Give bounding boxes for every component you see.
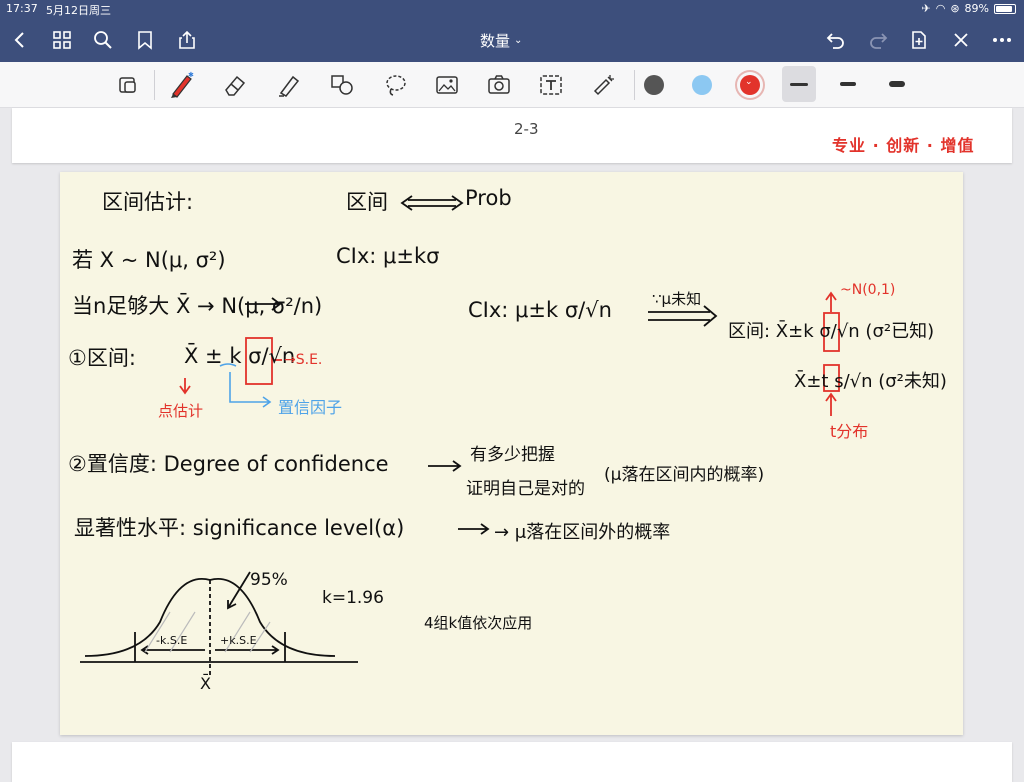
drawing-toolbar: ✱ ⌄: [0, 62, 1024, 108]
wifi-icon: ◠: [935, 2, 946, 15]
search-icon: [94, 31, 112, 49]
note-ci-sigma-unknown: X̄±t s/√n (σ²未知): [794, 371, 947, 392]
text-box-icon: [540, 75, 562, 95]
color-red-selected[interactable]: ⌄: [740, 75, 760, 95]
stroke-medium[interactable]: [831, 66, 865, 102]
note-k-value: k=1.96: [322, 588, 384, 608]
stroke-thin-selected[interactable]: [782, 66, 816, 102]
note-how-sure: 有多少把握: [470, 445, 555, 465]
document-title-text: 数量: [480, 32, 511, 50]
status-bar: 17:37 5月12日周三 ✈ ◠ ⊛ 89%: [0, 0, 1024, 18]
airplane-icon: ✈: [921, 2, 931, 15]
eraser-tool[interactable]: [219, 69, 251, 101]
add-page-icon: [912, 31, 926, 49]
lock-rotation-icon: ⊛: [950, 2, 960, 15]
note-95-percent: 95%: [250, 570, 288, 590]
more-button[interactable]: [988, 26, 1016, 54]
laser-pointer-tool[interactable]: [588, 69, 620, 101]
lasso-select-tool[interactable]: [112, 69, 144, 101]
back-button[interactable]: [6, 26, 34, 54]
status-right: ✈ ◠ ⊛ 89%: [921, 2, 1016, 15]
note-ci-formula: CIx: μ±kσ: [336, 244, 440, 268]
note-page[interactable]: 区间估计: 区间 Prob 若 X ~ N(μ, σ²) CIx: μ±kσ 当…: [60, 172, 963, 735]
battery-percent: 89%: [964, 2, 989, 15]
image-icon: [436, 76, 458, 94]
pen-icon: ✱: [171, 71, 194, 98]
close-icon: [954, 33, 968, 47]
note-plus-kse: +k.S.E: [220, 634, 257, 647]
chevron-down-icon: ⌄: [745, 77, 753, 87]
undo-button[interactable]: [822, 26, 850, 54]
redo-icon: [870, 33, 888, 49]
note-significance-level: 显著性水平: significance level(α): [74, 516, 405, 540]
note-xbar: X̄: [200, 674, 211, 693]
grid-icon: [53, 31, 71, 49]
toolbar-divider: [634, 70, 635, 100]
color-dark-gray[interactable]: [644, 75, 664, 95]
share-button[interactable]: [173, 26, 201, 54]
share-icon: [179, 30, 195, 49]
note-minus-kse: -k.S.E: [156, 634, 188, 647]
chevron-left-icon: [14, 32, 24, 48]
note-ci-mean: CIx: μ±k σ/√n: [468, 298, 612, 322]
color-light-blue[interactable]: [692, 75, 712, 95]
bookmark-button[interactable]: [131, 26, 159, 54]
image-tool[interactable]: [431, 69, 463, 101]
more-icon: [993, 38, 1011, 42]
camera-icon: [488, 75, 510, 94]
previous-page-footer: 2-3 专业 · 创新 · 增值: [12, 108, 1012, 163]
status-time: 17:37: [6, 2, 38, 15]
close-button[interactable]: [947, 26, 975, 54]
note-prob-outside: → μ落在区间外的概率: [494, 522, 671, 543]
brand-slogan: 专业 · 创新 · 增值: [832, 136, 975, 155]
note-normal-dist: 若 X ~ N(μ, σ²): [72, 248, 226, 272]
note-interval-label: ①区间:: [68, 346, 136, 370]
note-prove-right: 证明自己是对的: [466, 479, 585, 499]
note-interval-formula: X̄ ± k σ/√n: [184, 344, 296, 368]
shapes-icon: [331, 75, 353, 95]
note-point-estimate: 点估计: [158, 402, 204, 420]
note-interval: 区间: [346, 190, 388, 214]
redo-button[interactable]: [864, 26, 892, 54]
note-prob: Prob: [465, 186, 512, 210]
note-ci-sigma-known: 区间: X̄±k σ/√n (σ²已知): [728, 321, 935, 342]
text-tool[interactable]: [535, 69, 567, 101]
toolbar-divider: [154, 70, 155, 100]
next-page: [12, 742, 1012, 782]
add-page-button[interactable]: [905, 26, 933, 54]
note-confidence-factor: 置信因子: [278, 398, 343, 417]
grid-view-button[interactable]: [48, 26, 76, 54]
eraser-icon: [225, 75, 246, 96]
search-button[interactable]: [89, 26, 117, 54]
note-standard-error: →S.E.: [284, 352, 323, 368]
highlighter-icon: [279, 75, 300, 97]
lasso-icon: [386, 75, 406, 96]
status-date: 5月12日周三: [46, 4, 111, 17]
note-standard-normal: ~N(0,1): [840, 282, 896, 298]
undo-icon: [826, 33, 844, 49]
svg-text:✱: ✱: [188, 71, 194, 79]
note-confidence-degree: ②置信度: Degree of confidence: [68, 452, 389, 476]
document-title[interactable]: 数量 ⌄: [480, 30, 522, 51]
page-select-icon: [119, 77, 136, 93]
laser-pointer-icon: [593, 75, 614, 96]
shapes-tool[interactable]: [326, 69, 358, 101]
pen-tool[interactable]: ✱: [166, 69, 198, 101]
stroke-thick[interactable]: [880, 66, 914, 102]
bookmark-icon: [138, 31, 152, 50]
note-clt: 当n足够大 X̄ → N(μ, σ²/n): [72, 294, 323, 318]
note-t-distribution: t分布: [830, 422, 869, 441]
nav-bar: 数量 ⌄: [0, 18, 1024, 62]
note-prob-inside: (μ落在区间内的概率): [604, 465, 765, 485]
note-interval-estimation: 区间估计:: [102, 190, 194, 214]
highlighter-tool[interactable]: [273, 69, 305, 101]
camera-tool[interactable]: [483, 69, 515, 101]
note-mu-unknown: ∵μ未知: [652, 290, 702, 308]
lasso-tool[interactable]: [380, 69, 412, 101]
battery-icon: [994, 3, 1016, 14]
note-four-k-values: 4组k值依次应用: [424, 614, 533, 632]
chevron-down-icon: ⌄: [514, 35, 523, 46]
page-number: 2-3: [514, 120, 539, 138]
